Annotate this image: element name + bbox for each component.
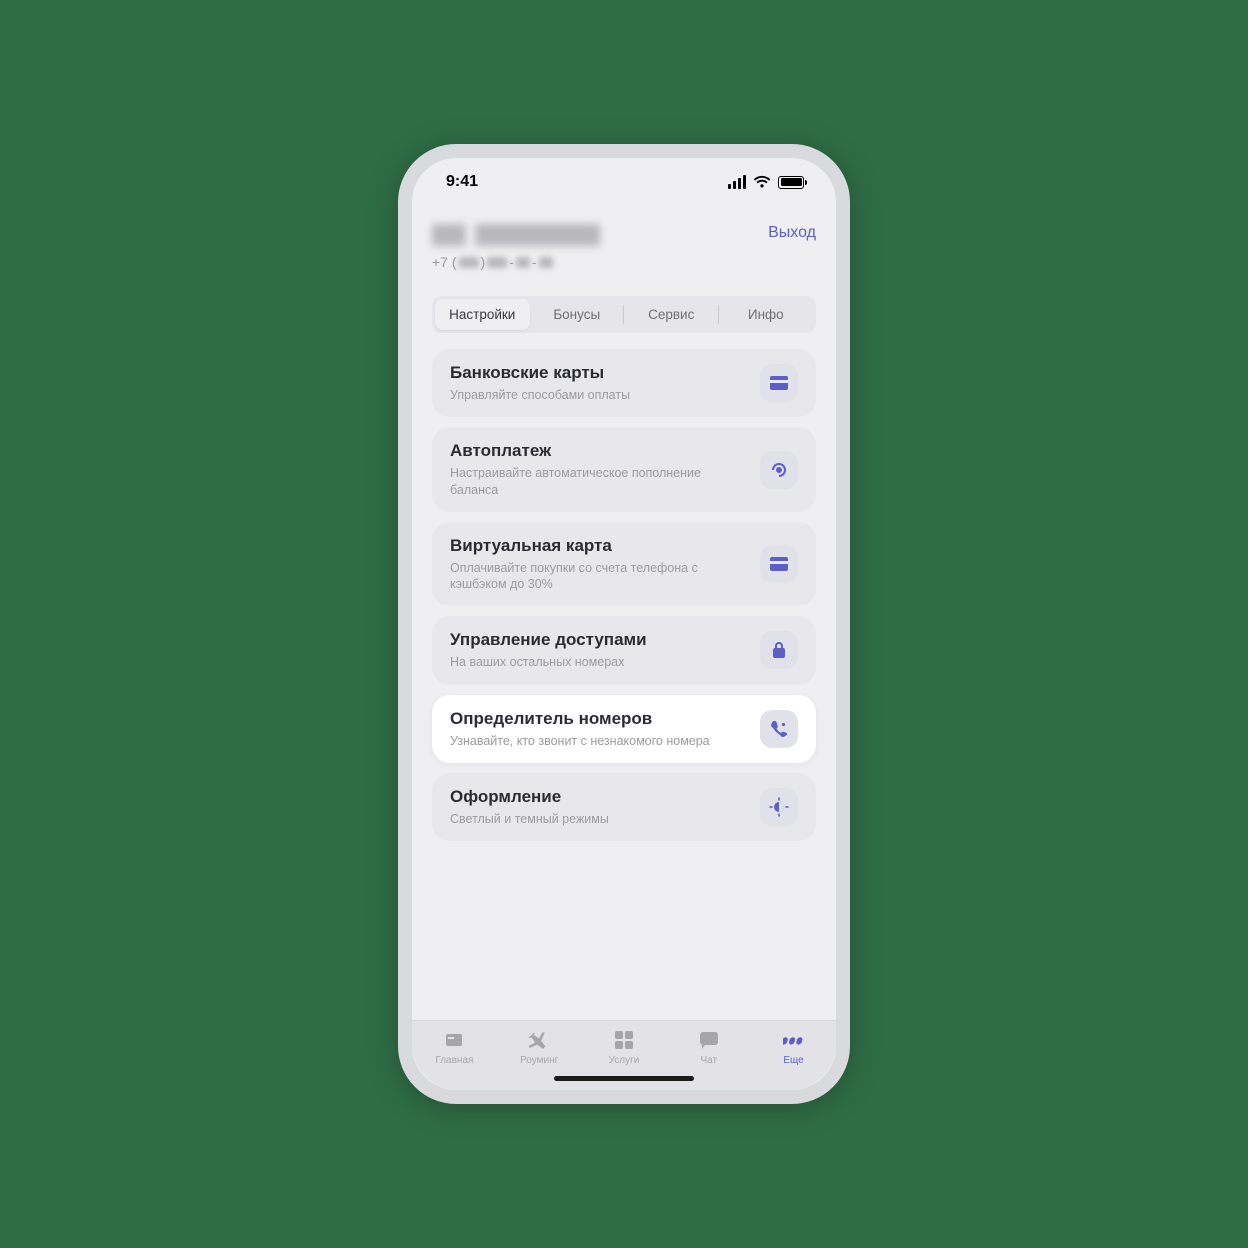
tab-label: Главная <box>435 1055 473 1066</box>
tab-label: Еще <box>783 1055 803 1066</box>
tab-Чат[interactable]: Чат <box>672 1029 746 1066</box>
tab-Услуги[interactable]: Услуги <box>587 1029 661 1066</box>
card-subtitle: Узнавайте, кто звонит с незнакомого номе… <box>450 733 746 749</box>
cellular-signal-icon <box>728 175 746 189</box>
card-text: Банковские карты Управляйте способами опл… <box>450 363 746 403</box>
tab-Главная[interactable]: Главная <box>417 1029 491 1066</box>
segment-Настройки[interactable]: Настройки <box>435 299 530 330</box>
home-icon <box>443 1029 465 1051</box>
segment-Инфо[interactable]: Инфо <box>719 299 814 330</box>
call-icon <box>760 710 798 748</box>
card-text: Виртуальная карта Оплачивайте покупки со … <box>450 536 746 593</box>
tab-label: Чат <box>700 1055 717 1066</box>
settings-card[interactable]: Управление доступами На ваших остальных н… <box>432 616 816 684</box>
phone-redacted-part <box>539 257 553 268</box>
card-title: Автоплатеж <box>450 441 746 461</box>
theme-icon <box>760 788 798 826</box>
segment-Сервис[interactable]: Сервис <box>624 299 719 330</box>
phone-redacted-part <box>487 257 507 268</box>
card-title: Банковские карты <box>450 363 746 383</box>
settings-list: Банковские карты Управляйте способами опл… <box>432 349 816 841</box>
auto-icon <box>760 451 798 489</box>
phone-mockup: 9:41 +7 ( ) -- <box>398 144 850 1104</box>
profile-phone-number: +7 ( ) -- <box>432 254 600 270</box>
lock-icon <box>760 631 798 669</box>
card-title: Виртуальная карта <box>450 536 746 556</box>
card-title: Определитель номеров <box>450 709 746 729</box>
credit-card-icon <box>760 545 798 583</box>
screen: 9:41 +7 ( ) -- <box>412 158 836 1090</box>
credit-card-icon <box>760 364 798 402</box>
plane-icon <box>528 1029 550 1051</box>
card-text: Управление доступами На ваших остальных н… <box>450 630 746 670</box>
home-indicator <box>554 1076 694 1081</box>
more-icon <box>783 1029 805 1051</box>
settings-card[interactable]: Виртуальная карта Оплачивайте покупки со … <box>432 522 816 607</box>
card-text: Оформление Светлый и темный режимы <box>450 787 746 827</box>
card-title: Управление доступами <box>450 630 746 650</box>
card-subtitle: Светлый и темный режимы <box>450 811 746 827</box>
phone-redacted-part <box>459 257 479 268</box>
settings-card[interactable]: Оформление Светлый и темный режимы <box>432 773 816 841</box>
status-icons <box>728 175 804 189</box>
grid-icon <box>613 1029 635 1051</box>
card-text: Определитель номеров Узнавайте, кто звони… <box>450 709 746 749</box>
settings-card[interactable]: Автоплатеж Настраивайте автоматическое по… <box>432 427 816 512</box>
segment-Бонусы[interactable]: Бонусы <box>530 299 625 330</box>
profile-header: +7 ( ) -- Выход <box>432 224 816 270</box>
profile-name-block: +7 ( ) -- <box>432 224 600 270</box>
settings-card[interactable]: Определитель номеров Узнавайте, кто звони… <box>432 695 816 763</box>
content-area: +7 ( ) -- Выход НастройкиБонусыСервисИнф… <box>412 206 836 1020</box>
tab-Еще[interactable]: Еще <box>757 1029 831 1066</box>
logout-button[interactable]: Выход <box>768 224 816 242</box>
card-title: Оформление <box>450 787 746 807</box>
tab-label: Услуги <box>609 1055 640 1066</box>
tab-Роуминг[interactable]: Роуминг <box>502 1029 576 1066</box>
phone-redacted-part <box>516 257 530 268</box>
status-time: 9:41 <box>446 173 478 191</box>
card-subtitle: Настраивайте автоматическое пополнение б… <box>450 465 746 498</box>
card-text: Автоплатеж Настраивайте автоматическое по… <box>450 441 746 498</box>
tab-label: Роуминг <box>520 1055 558 1066</box>
segmented-control: НастройкиБонусыСервисИнфо <box>432 296 816 333</box>
card-subtitle: На ваших остальных номерах <box>450 654 746 670</box>
chat-icon <box>698 1029 720 1051</box>
settings-card[interactable]: Банковские карты Управляйте способами опл… <box>432 349 816 417</box>
battery-icon <box>778 176 804 189</box>
card-subtitle: Оплачивайте покупки со счета телефона с … <box>450 560 746 593</box>
profile-name-redacted <box>432 224 600 246</box>
card-subtitle: Управляйте способами оплаты <box>450 387 746 403</box>
wifi-icon <box>753 175 771 189</box>
status-bar: 9:41 <box>412 158 836 206</box>
